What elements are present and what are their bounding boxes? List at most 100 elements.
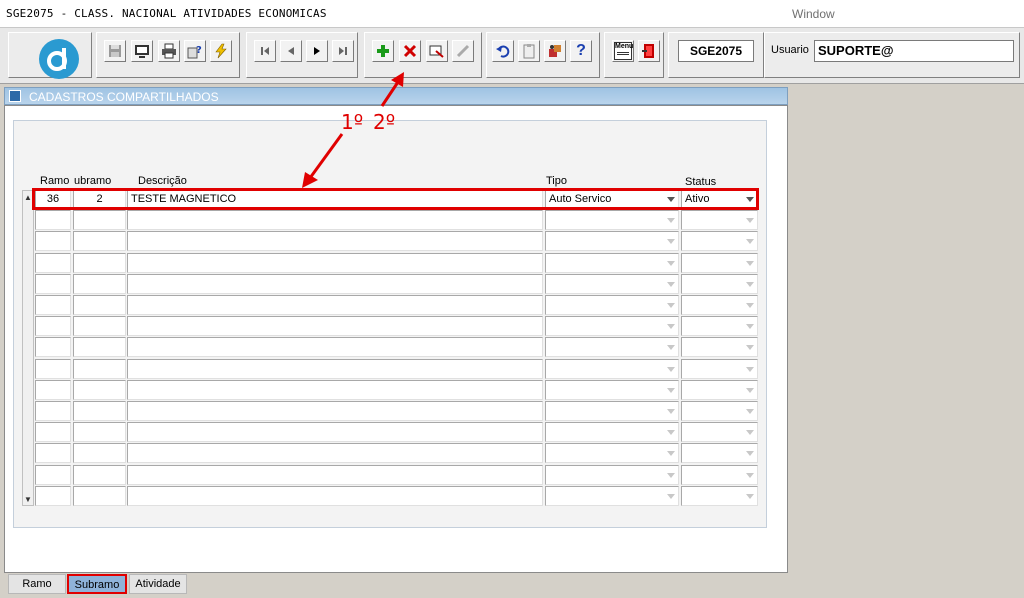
chevron-down-icon[interactable]	[743, 466, 757, 484]
cell-status[interactable]	[681, 295, 758, 315]
cell-ramo[interactable]	[35, 422, 71, 442]
cell-status[interactable]	[681, 443, 758, 463]
cell-descricao[interactable]	[127, 295, 543, 315]
save-button[interactable]	[104, 40, 126, 62]
cell-status[interactable]	[681, 210, 758, 230]
chevron-down-icon[interactable]	[664, 232, 678, 250]
cell-tipo[interactable]	[545, 316, 679, 336]
cell-descricao[interactable]	[127, 422, 543, 442]
exit-button[interactable]	[638, 40, 660, 62]
cell-ramo[interactable]	[35, 210, 71, 230]
chevron-down-icon[interactable]	[664, 360, 678, 378]
query-button[interactable]: ?	[184, 40, 206, 62]
cell-ramo[interactable]	[35, 231, 71, 251]
chevron-down-icon[interactable]	[664, 381, 678, 399]
cell-subramo[interactable]	[73, 295, 126, 315]
cell-tipo[interactable]	[545, 443, 679, 463]
clipboard-button[interactable]	[518, 40, 540, 62]
cell-status[interactable]	[681, 465, 758, 485]
cell-ramo[interactable]	[35, 337, 71, 357]
cell-subramo[interactable]	[73, 422, 126, 442]
cell-tipo[interactable]	[545, 486, 679, 506]
help-button[interactable]: ?	[570, 40, 592, 62]
cell-status[interactable]	[681, 359, 758, 379]
chevron-down-icon[interactable]	[664, 466, 678, 484]
cell-tipo[interactable]	[545, 380, 679, 400]
cell-descricao[interactable]	[127, 401, 543, 421]
chevron-down-icon[interactable]	[664, 338, 678, 356]
cell-descricao[interactable]	[127, 443, 543, 463]
cell-status[interactable]	[681, 231, 758, 251]
cell-subramo[interactable]	[73, 380, 126, 400]
cell-tipo[interactable]	[545, 337, 679, 357]
cell-ramo[interactable]	[35, 316, 71, 336]
cell-status[interactable]	[681, 380, 758, 400]
cell-subramo[interactable]	[73, 443, 126, 463]
cell-status[interactable]	[681, 316, 758, 336]
cell-ramo[interactable]	[35, 401, 71, 421]
chevron-down-icon[interactable]	[743, 423, 757, 441]
chevron-down-icon[interactable]	[664, 211, 678, 229]
chevron-down-icon[interactable]	[743, 254, 757, 272]
chevron-down-icon[interactable]	[743, 317, 757, 335]
tools-button[interactable]	[544, 40, 566, 62]
chevron-down-icon[interactable]	[743, 487, 757, 505]
chevron-down-icon[interactable]	[743, 275, 757, 293]
cell-descricao[interactable]	[127, 253, 543, 273]
cell-tipo[interactable]	[545, 422, 679, 442]
cell-tipo[interactable]	[545, 401, 679, 421]
chevron-down-icon[interactable]	[664, 317, 678, 335]
print-button[interactable]	[158, 40, 180, 62]
first-record-button[interactable]	[254, 40, 276, 62]
cell-descricao[interactable]	[127, 380, 543, 400]
cell-status[interactable]	[681, 253, 758, 273]
chevron-down-icon[interactable]	[664, 487, 678, 505]
cell-descricao[interactable]	[127, 465, 543, 485]
cell-subramo[interactable]	[73, 486, 126, 506]
next-record-button[interactable]	[306, 40, 328, 62]
edit-button[interactable]	[452, 40, 474, 62]
cell-tipo[interactable]	[545, 295, 679, 315]
cell-descricao[interactable]	[127, 210, 543, 230]
menu-button[interactable]: Menu	[612, 40, 634, 62]
tab-atividade[interactable]: Atividade	[129, 574, 187, 594]
chevron-down-icon[interactable]	[743, 232, 757, 250]
cell-tipo[interactable]	[545, 359, 679, 379]
cell-tipo[interactable]	[545, 465, 679, 485]
chevron-down-icon[interactable]	[664, 296, 678, 314]
chevron-down-icon[interactable]	[664, 444, 678, 462]
cell-status[interactable]	[681, 274, 758, 294]
cell-tipo[interactable]	[545, 253, 679, 273]
chevron-down-icon[interactable]	[664, 402, 678, 420]
cell-ramo[interactable]	[35, 465, 71, 485]
tab-ramo[interactable]: Ramo	[8, 574, 66, 594]
cell-status[interactable]	[681, 486, 758, 506]
chevron-down-icon[interactable]	[743, 296, 757, 314]
previous-record-button[interactable]	[280, 40, 302, 62]
cell-ramo[interactable]	[35, 253, 71, 273]
print-screen-button[interactable]	[131, 40, 153, 62]
chevron-down-icon[interactable]	[664, 275, 678, 293]
cell-tipo[interactable]	[545, 274, 679, 294]
cell-subramo[interactable]	[73, 253, 126, 273]
scroll-down-icon[interactable]: ▼	[24, 495, 32, 504]
cell-status[interactable]	[681, 422, 758, 442]
cell-ramo[interactable]	[35, 443, 71, 463]
cell-subramo[interactable]	[73, 337, 126, 357]
cell-descricao[interactable]	[127, 486, 543, 506]
cell-subramo[interactable]	[73, 401, 126, 421]
cell-status[interactable]	[681, 401, 758, 421]
chevron-down-icon[interactable]	[743, 211, 757, 229]
cell-ramo[interactable]	[35, 380, 71, 400]
cell-ramo[interactable]	[35, 359, 71, 379]
cell-status[interactable]	[681, 337, 758, 357]
chevron-down-icon[interactable]	[743, 360, 757, 378]
cell-descricao[interactable]	[127, 316, 543, 336]
window-menu[interactable]: Window	[792, 7, 835, 21]
tab-subramo[interactable]: Subramo	[67, 574, 127, 594]
cell-tipo[interactable]	[545, 231, 679, 251]
execute-query-button[interactable]	[210, 40, 232, 62]
cell-subramo[interactable]	[73, 274, 126, 294]
delete-record-button[interactable]	[399, 40, 421, 62]
cell-subramo[interactable]	[73, 210, 126, 230]
